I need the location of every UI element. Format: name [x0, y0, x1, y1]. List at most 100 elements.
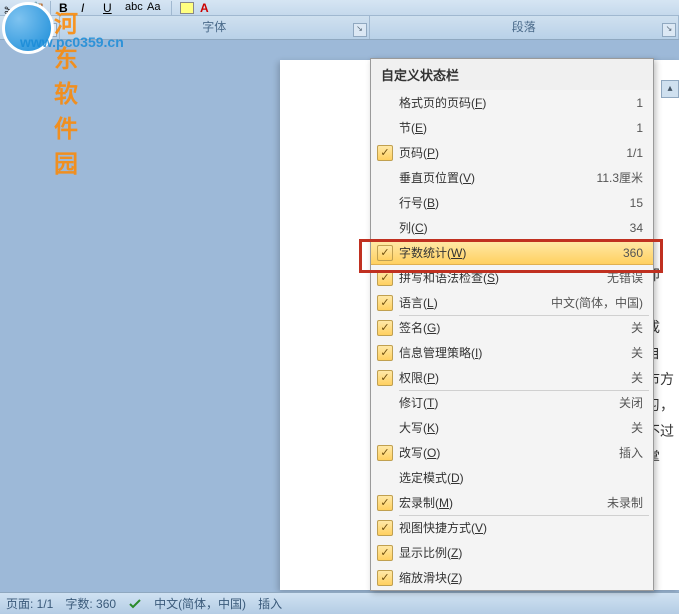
font-color-icon[interactable]: A — [200, 1, 216, 15]
copy-icon[interactable]: 📋 — [26, 1, 42, 15]
checkmark-icon: ✓ — [371, 270, 399, 286]
menu-item-value: 中文(简体，中国) — [551, 294, 653, 311]
menu-item[interactable]: ✓视图快捷方式(V) — [371, 515, 653, 540]
status-insert[interactable]: 插入 — [258, 595, 282, 612]
menu-items-list: 格式页的页码(F)1节(E)1✓页码(P)1/1垂直页位置(V)11.3厘米行号… — [371, 90, 653, 590]
checkmark-icon: ✓ — [371, 495, 399, 511]
scissors-icon[interactable]: ✂ — [4, 1, 20, 15]
menu-item[interactable]: ✓签名(G)关 — [371, 315, 653, 340]
menu-item-label: 格式页的页码(F) — [399, 94, 636, 111]
menu-item-value: 无错误 — [607, 269, 653, 286]
ribbon-group-clipboard: ↘ — [0, 16, 60, 39]
menu-item-value: 关 — [631, 319, 653, 336]
checkmark-icon: ✓ — [371, 570, 399, 586]
menu-item[interactable]: 列(C)34 — [371, 215, 653, 240]
ribbon-group-paragraph: 段落 ↘ — [370, 16, 679, 39]
group-label-font: 字体 — [202, 20, 226, 34]
checkmark-icon: ✓ — [371, 545, 399, 561]
checkmark-icon: ✓ — [371, 520, 399, 536]
ribbon-groups: ↘ 字体 ↘ 段落 ↘ — [0, 16, 679, 40]
menu-item-label: 缩放滑块(Z) — [399, 569, 643, 586]
menu-item-label: 拼写和语法检查(S) — [399, 269, 607, 286]
checkmark-icon: ✓ — [371, 320, 399, 336]
dialog-launcher-icon[interactable]: ↘ — [43, 23, 57, 37]
menu-item[interactable]: 行号(B)15 — [371, 190, 653, 215]
spellcheck-icon — [128, 597, 142, 611]
menu-item-value: 1 — [636, 96, 653, 110]
menu-item-label: 信息管理策略(I) — [399, 344, 631, 361]
menu-item[interactable]: 选定模式(D) — [371, 465, 653, 490]
checkmark-icon: ✓ — [371, 145, 399, 161]
menu-item-label: 大写(K) — [399, 419, 631, 436]
menu-item-label: 修订(T) — [399, 394, 619, 411]
menu-item[interactable]: ✓权限(P)关 — [371, 365, 653, 390]
scroll-up-button[interactable]: ▴ — [661, 80, 679, 98]
checkmark-icon: ✓ — [371, 245, 399, 261]
menu-item-value: 关 — [631, 369, 653, 386]
statusbar-context-menu: 自定义状态栏 格式页的页码(F)1节(E)1✓页码(P)1/1垂直页位置(V)1… — [370, 58, 654, 591]
status-page-label: 页面: 1/1 — [6, 595, 53, 612]
menu-item-label: 改写(O) — [399, 444, 619, 461]
menu-item[interactable]: 修订(T)关闭 — [371, 390, 653, 415]
underline-icon[interactable]: U — [103, 1, 119, 15]
menu-item-label: 语言(L) — [399, 294, 551, 311]
menu-item-label: 权限(P) — [399, 369, 631, 386]
menu-item-label: 页码(P) — [399, 144, 626, 161]
menu-item[interactable]: ✓语言(L)中文(简体，中国) — [371, 290, 653, 315]
menu-title: 自定义状态栏 — [371, 59, 653, 90]
menu-item-value: 34 — [630, 221, 653, 235]
strike-icon[interactable]: abc — [125, 1, 141, 15]
menu-item-value: 关 — [631, 344, 653, 361]
menu-item-label: 列(C) — [399, 219, 630, 236]
italic-icon[interactable]: I — [81, 1, 97, 15]
ribbon-group-font: 字体 ↘ — [60, 16, 370, 39]
menu-item[interactable]: ✓宏录制(M)未录制 — [371, 490, 653, 515]
group-label-paragraph: 段落 — [512, 20, 536, 34]
status-spellcheck[interactable] — [128, 597, 142, 611]
checkmark-icon: ✓ — [371, 370, 399, 386]
status-wordcount[interactable]: 字数: 360 — [65, 595, 116, 612]
menu-item[interactable]: ✓显示比例(Z) — [371, 540, 653, 565]
menu-item-label: 节(E) — [399, 119, 636, 136]
menu-item[interactable]: ✓缩放滑块(Z) — [371, 565, 653, 590]
menu-item[interactable]: ✓改写(O)插入 — [371, 440, 653, 465]
ribbon-toolbar: ✂ 📋 B I U abc Aa A — [0, 0, 679, 16]
menu-item-value: 15 — [630, 196, 653, 210]
menu-item-value: 关 — [631, 419, 653, 436]
menu-item-label: 签名(G) — [399, 319, 631, 336]
menu-item[interactable]: 格式页的页码(F)1 — [371, 90, 653, 115]
status-bar: 页面: 1/1 字数: 360 中文(简体，中国) 插入 — [0, 592, 679, 614]
menu-item[interactable]: ✓字数统计(W)360 — [371, 240, 653, 265]
dialog-launcher-icon[interactable]: ↘ — [662, 23, 676, 37]
checkmark-icon: ✓ — [371, 445, 399, 461]
menu-item[interactable]: ✓页码(P)1/1 — [371, 140, 653, 165]
status-language[interactable]: 中文(简体，中国) — [154, 595, 246, 612]
menu-item[interactable]: 大写(K)关 — [371, 415, 653, 440]
menu-item[interactable]: 节(E)1 — [371, 115, 653, 140]
highlight-icon[interactable] — [180, 2, 194, 14]
case-icon[interactable]: Aa — [147, 1, 163, 15]
menu-item-label: 垂直页位置(V) — [399, 169, 597, 186]
menu-item-label: 显示比例(Z) — [399, 544, 643, 561]
bold-icon[interactable]: B — [59, 1, 75, 15]
menu-item-value: 1/1 — [626, 146, 653, 160]
checkmark-icon: ✓ — [371, 345, 399, 361]
menu-item-label: 字数统计(W) — [399, 244, 623, 261]
menu-item-value: 关闭 — [619, 394, 653, 411]
status-language-label: 中文(简体，中国) — [154, 595, 246, 612]
menu-item[interactable]: ✓拼写和语法检查(S)无错误 — [371, 265, 653, 290]
separator — [50, 1, 51, 15]
menu-item[interactable]: 垂直页位置(V)11.3厘米 — [371, 165, 653, 190]
menu-item-value: 未录制 — [607, 494, 653, 511]
menu-item-value: 1 — [636, 121, 653, 135]
dialog-launcher-icon[interactable]: ↘ — [353, 23, 367, 37]
menu-item-label: 宏录制(M) — [399, 494, 607, 511]
menu-item-label: 视图快捷方式(V) — [399, 519, 643, 536]
status-words-label: 字数: 360 — [65, 595, 116, 612]
menu-item-label: 选定模式(D) — [399, 469, 643, 486]
status-page[interactable]: 页面: 1/1 — [6, 595, 53, 612]
menu-item-label: 行号(B) — [399, 194, 630, 211]
menu-item[interactable]: ✓信息管理策略(I)关 — [371, 340, 653, 365]
menu-item-value: 360 — [623, 246, 653, 260]
separator — [171, 1, 172, 15]
